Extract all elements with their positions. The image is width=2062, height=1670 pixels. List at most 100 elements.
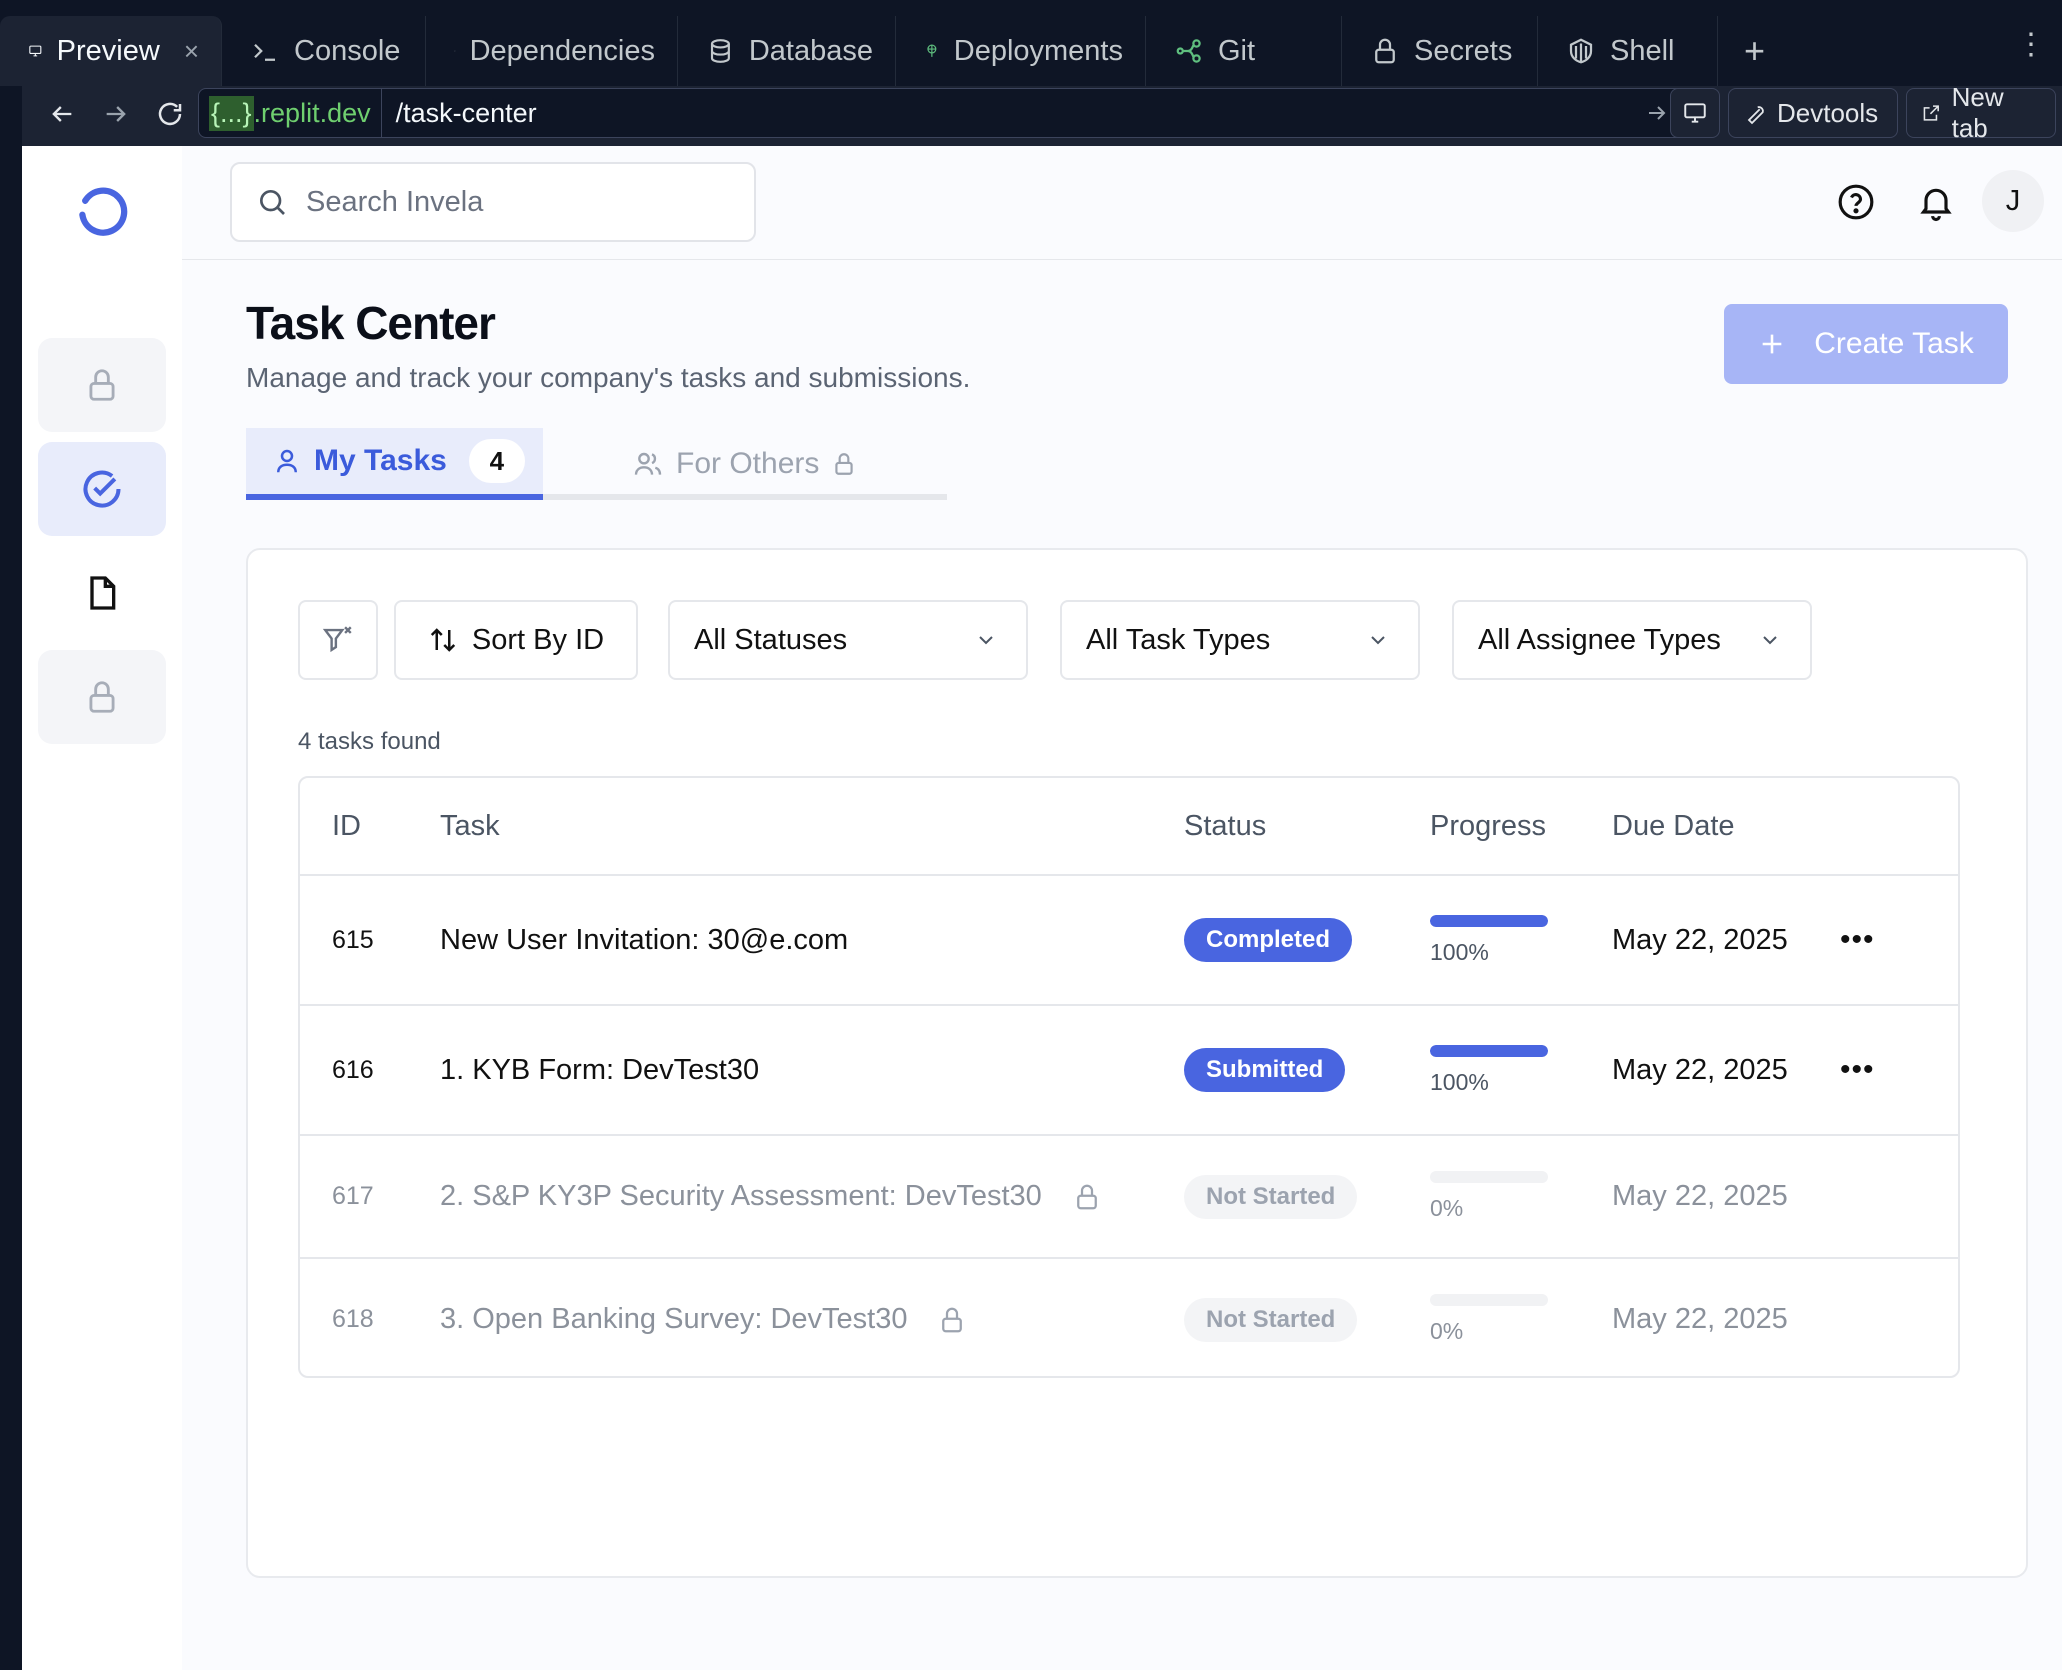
task-type-filter-select[interactable]: All Task Types (1060, 600, 1420, 680)
ide-tab-bar: Preview × Console Dependencies Database … (0, 0, 2062, 90)
check-circle-icon (83, 470, 121, 508)
ide-tab-secrets[interactable]: Secrets (1342, 16, 1538, 86)
task-title: New User Invitation: 30@e.com (440, 876, 848, 1004)
ide-tab-shell[interactable]: Shell (1538, 16, 1718, 86)
monitor-icon (1684, 103, 1706, 123)
sort-by-id-button[interactable]: Sort By ID (394, 600, 638, 680)
url-path: /task-center (395, 97, 537, 128)
search-icon (260, 190, 285, 215)
close-icon[interactable]: × (184, 36, 199, 67)
ide-tab-deployments[interactable]: Deployments (896, 16, 1146, 86)
filter-x-icon (322, 626, 352, 653)
status-filter-select[interactable]: All Statuses (668, 600, 1028, 680)
progress-cell: 0% (1430, 1136, 1548, 1257)
reload-button[interactable] (142, 86, 198, 142)
ide-tab-label: Secrets (1414, 34, 1513, 67)
task-id: 615 (332, 925, 374, 954)
column-header-task[interactable]: Task (440, 778, 500, 874)
lock-icon (89, 369, 115, 401)
column-header-id[interactable]: ID (332, 778, 361, 874)
sidebar-item-tasks[interactable] (38, 442, 166, 536)
tab-my-tasks-label: My Tasks (314, 444, 447, 477)
ide-menu-button[interactable]: ⋮ (2016, 30, 2046, 60)
sort-label: Sort By ID (471, 623, 605, 656)
ide-tab-label: Dependencies (469, 34, 655, 67)
forward-button[interactable] (88, 86, 144, 142)
row-actions-button[interactable]: ••• (1840, 876, 1875, 1004)
status-badge: Not Started (1184, 1297, 1358, 1342)
lock-icon (1076, 1184, 1097, 1209)
new-tab-button[interactable]: New tab (1906, 82, 2056, 143)
ide-tab-database[interactable]: Database (678, 16, 896, 86)
sidebar-item-documents[interactable] (38, 546, 166, 640)
ide-tab-preview[interactable]: Preview × (0, 16, 222, 86)
progress-bar (1430, 914, 1548, 927)
lock-icon (89, 681, 115, 713)
screen-size-button[interactable] (1670, 88, 1720, 138)
progress-bar-fill (1430, 914, 1548, 927)
url-field[interactable]: {...} .replit.dev /task-center (198, 88, 1684, 138)
url-host-suffix: .replit.dev (253, 97, 371, 128)
progress-bar (1430, 1044, 1548, 1057)
clear-filters-button[interactable] (298, 600, 378, 680)
page-subtitle: Manage and track your company's tasks an… (246, 362, 971, 393)
create-task-button[interactable]: Create Task (1724, 304, 2008, 384)
sidebar-item-locked-2[interactable] (38, 650, 166, 744)
tab-for-others[interactable]: For Others (632, 428, 857, 500)
ide-tab-dependencies[interactable]: Dependencies (426, 16, 678, 86)
task-id: 617 (332, 1182, 374, 1210)
table-row: 618 3. Open Banking Survey: DevTest30 No… (300, 1257, 1958, 1376)
assignee-type-filter-select[interactable]: All Assignee Types (1452, 600, 1812, 680)
back-button[interactable] (34, 86, 90, 142)
task-id: 618 (332, 1305, 374, 1333)
tab-my-tasks[interactable]: My Tasks 4 (246, 428, 543, 500)
results-count: 4 tasks found (298, 728, 441, 755)
progress-cell: 100% (1430, 876, 1548, 1004)
progress-bar (1430, 1294, 1548, 1306)
ide-tab-label: Console (294, 34, 401, 67)
ide-tab-git[interactable]: Git (1146, 16, 1342, 86)
column-header-status[interactable]: Status (1184, 778, 1266, 874)
shell-icon (1569, 38, 1593, 64)
status-badge: Submitted (1184, 1048, 1346, 1092)
help-icon[interactable] (1836, 182, 1876, 222)
tasks-card: Sort By ID All Statuses All Task Types A… (246, 548, 2028, 1578)
bell-icon[interactable] (1916, 182, 1956, 222)
table-row[interactable]: 616 1. KYB Form: DevTest30 Submitted 100… (300, 1004, 1958, 1134)
arrow-left-icon (52, 106, 72, 122)
add-tab-button[interactable]: + (1744, 30, 1765, 72)
tab-for-others-label: For Others (676, 447, 820, 480)
ide-tab-console[interactable]: Console (222, 16, 426, 86)
due-date: May 22, 2025 (1612, 1053, 1788, 1086)
deploy-icon (927, 44, 937, 57)
database-icon (710, 39, 730, 63)
row-actions-button[interactable]: ••• (1840, 1006, 1875, 1134)
chevron-down-icon (979, 636, 993, 645)
progress-percent: 0% (1430, 1195, 1464, 1221)
devtools-label: Devtools (1777, 97, 1879, 128)
status-cell: Completed (1184, 876, 1353, 1004)
devtools-button[interactable]: Devtools (1728, 88, 1898, 138)
address-bar: {...} .replit.dev /task-center Devtools … (22, 82, 2062, 146)
sidebar-item-locked-1[interactable] (38, 338, 166, 432)
package-icon (454, 50, 456, 52)
column-header-progress[interactable]: Progress (1430, 778, 1546, 874)
git-icon (1176, 39, 1201, 63)
progress-percent: 0% (1430, 1318, 1464, 1344)
search-box[interactable] (230, 162, 756, 242)
app-viewport: J Task Center Manage and track your comp… (22, 146, 2062, 1670)
url-host-highlight: {...} (209, 95, 254, 131)
ide-tab-label: Shell (1610, 34, 1675, 67)
url-host: {...} .replit.dev (199, 89, 382, 137)
search-input[interactable] (306, 185, 746, 219)
status-cell: Not Started (1184, 1259, 1358, 1376)
table-row[interactable]: 615 New User Invitation: 30@e.com Comple… (300, 874, 1958, 1004)
column-header-due-date[interactable]: Due Date (1612, 778, 1735, 874)
status-filter-value: All Statuses (694, 623, 848, 656)
monitor-icon (29, 45, 42, 57)
avatar[interactable]: J (1982, 170, 2044, 232)
task-title-text: 2. S&P KY3P Security Assessment: DevTest… (440, 1180, 1042, 1212)
progress-cell: 0% (1430, 1259, 1548, 1376)
status-cell: Submitted (1184, 1006, 1346, 1134)
terminal-icon (254, 43, 275, 61)
